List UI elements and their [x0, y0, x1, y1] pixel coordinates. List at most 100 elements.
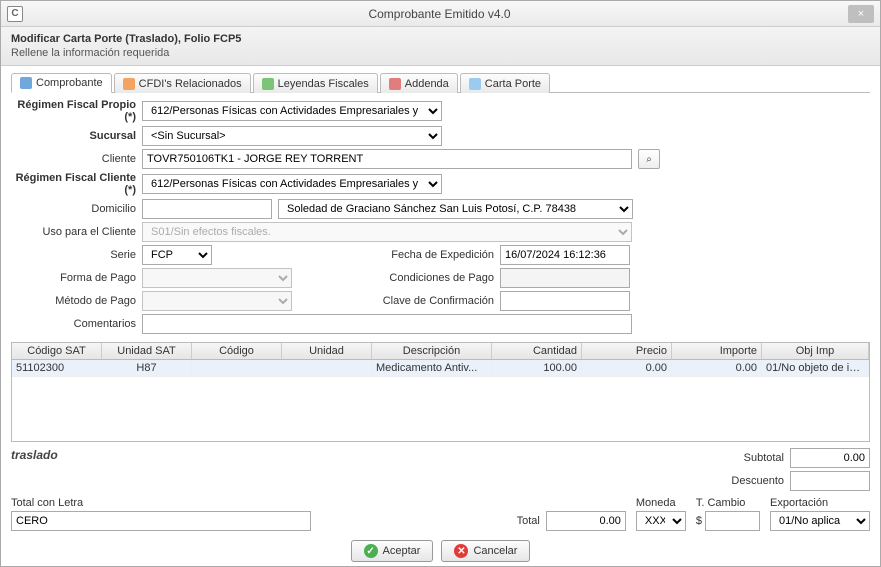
col-descripcion[interactable]: Descripción	[372, 343, 492, 359]
accept-label: Aceptar	[383, 545, 421, 557]
window: C Comprobante Emitido v4.0 × Modificar C…	[0, 0, 881, 567]
cell-descripcion: Medicamento Antiv...	[372, 360, 492, 376]
page-title: Modificar Carta Porte (Traslado), Folio …	[11, 33, 870, 45]
label-regimen-propio: Régimen Fiscal Propio (*)	[11, 99, 136, 123]
cancel-button[interactable]: ✕ Cancelar	[441, 540, 530, 562]
label-condiciones-pago: Condiciones de Pago	[374, 272, 494, 284]
select-regimen-propio[interactable]: 612/Personas Físicas con Actividades Emp…	[142, 101, 442, 121]
input-fecha-expedicion[interactable]	[500, 245, 630, 265]
tab-label: Carta Porte	[485, 78, 541, 90]
label-subtotal: Subtotal	[714, 452, 784, 464]
form-area: Régimen Fiscal Propio (*) 612/Personas F…	[11, 99, 870, 334]
input-subtotal[interactable]	[790, 448, 870, 468]
label-exportacion: Exportación	[770, 497, 870, 509]
tab-label: Leyendas Fiscales	[278, 78, 369, 90]
input-cliente[interactable]	[142, 149, 632, 169]
label-forma-pago: Forma de Pago	[11, 272, 136, 284]
input-total[interactable]	[546, 511, 626, 531]
label-clave-confirmacion: Clave de Confirmación	[374, 295, 494, 307]
col-codigo-sat[interactable]: Código SAT	[12, 343, 102, 359]
label-descuento: Descuento	[714, 475, 784, 487]
select-exportacion[interactable]: 01/No aplica	[770, 511, 870, 531]
cell-precio: 0.00	[582, 360, 672, 376]
label-cliente: Cliente	[11, 153, 136, 165]
body: Comprobante CFDI's Relacionados Leyendas…	[1, 66, 880, 566]
accept-button[interactable]: ✓ Aceptar	[351, 540, 434, 562]
input-domicilio-short[interactable]	[142, 199, 272, 219]
cell-obj-imp: 01/No objeto de im...	[762, 360, 869, 376]
col-codigo[interactable]: Código	[192, 343, 282, 359]
cell-unidad-sat: H87	[102, 360, 192, 376]
footer: ✓ Aceptar ✕ Cancelar	[11, 531, 870, 566]
tab-comprobante[interactable]: Comprobante	[11, 73, 112, 93]
note-icon	[262, 78, 274, 90]
label-serie: Serie	[11, 249, 136, 261]
input-tcambio[interactable]	[705, 511, 760, 531]
check-icon: ✓	[364, 544, 378, 558]
tab-label: Comprobante	[36, 77, 103, 89]
search-client-button[interactable]: ⌕	[638, 149, 660, 169]
traslado-label: traslado	[11, 448, 694, 462]
label-sucursal: Sucursal	[11, 130, 136, 142]
input-clave-confirmacion[interactable]	[500, 291, 630, 311]
cancel-label: Cancelar	[473, 545, 517, 557]
select-sucursal[interactable]: <Sin Sucursal>	[142, 126, 442, 146]
cell-cantidad: 100.00	[492, 360, 582, 376]
input-comentarios[interactable]	[142, 314, 632, 334]
col-precio[interactable]: Precio	[582, 343, 672, 359]
titlebar: C Comprobante Emitido v4.0 ×	[1, 1, 880, 27]
col-importe[interactable]: Importe	[672, 343, 762, 359]
select-regimen-cliente[interactable]: 612/Personas Físicas con Actividades Emp…	[142, 174, 442, 194]
input-total-letra[interactable]	[11, 511, 311, 531]
col-unidad[interactable]: Unidad	[282, 343, 372, 359]
label-total: Total	[470, 515, 540, 527]
currency-symbol: $	[696, 515, 702, 527]
cancel-icon: ✕	[454, 544, 468, 558]
cell-unidad	[282, 360, 372, 376]
tab-addenda[interactable]: Addenda	[380, 73, 458, 93]
label-uso-cliente: Uso para el Cliente	[11, 226, 136, 238]
label-tcambio: T. Cambio	[696, 497, 760, 509]
app-icon: C	[7, 6, 23, 22]
label-regimen-cliente: Régimen Fiscal Cliente (*)	[11, 172, 136, 196]
totals-area: traslado Subtotal Descuento	[11, 448, 870, 491]
label-fecha-expedicion: Fecha de Expedición	[374, 249, 494, 261]
select-uso-cliente: S01/Sin efectos fiscales.	[142, 222, 632, 242]
page-subtitle: Rellene la información requerida	[11, 47, 870, 59]
tab-leyendas-fiscales[interactable]: Leyendas Fiscales	[253, 73, 378, 93]
tab-cfdi-relacionados[interactable]: CFDI's Relacionados	[114, 73, 251, 93]
input-descuento[interactable]	[790, 471, 870, 491]
input-condiciones-pago	[500, 268, 630, 288]
addenda-icon	[389, 78, 401, 90]
grid-header: Código SAT Unidad SAT Código Unidad Desc…	[12, 343, 869, 360]
select-domicilio[interactable]: Soledad de Graciano Sánchez San Luis Pot…	[278, 199, 633, 219]
select-metodo-pago	[142, 291, 292, 311]
close-button[interactable]: ×	[848, 5, 874, 23]
items-grid: Código SAT Unidad SAT Código Unidad Desc…	[11, 342, 870, 442]
col-unidad-sat[interactable]: Unidad SAT	[102, 343, 192, 359]
tab-label: CFDI's Relacionados	[139, 78, 242, 90]
label-moneda: Moneda	[636, 497, 686, 509]
document-icon	[20, 77, 32, 89]
select-moneda[interactable]: XXX	[636, 511, 686, 531]
link-icon	[123, 78, 135, 90]
select-serie[interactable]: FCP	[142, 245, 212, 265]
label-metodo-pago: Método de Pago	[11, 295, 136, 307]
cell-importe: 0.00	[672, 360, 762, 376]
tabs: Comprobante CFDI's Relacionados Leyendas…	[11, 72, 870, 93]
window-title: Comprobante Emitido v4.0	[31, 7, 848, 21]
select-forma-pago	[142, 268, 292, 288]
label-total-letra: Total con Letra	[11, 497, 311, 509]
grid-body[interactable]: 51102300 H87 Medicamento Antiv... 100.00…	[12, 360, 869, 441]
cell-codigo	[192, 360, 282, 376]
tab-label: Addenda	[405, 78, 449, 90]
col-cantidad[interactable]: Cantidad	[492, 343, 582, 359]
tab-carta-porte[interactable]: Carta Porte	[460, 73, 550, 93]
bottom-row: Total con Letra Total Moneda XXX T. Camb…	[11, 497, 870, 531]
truck-icon	[469, 78, 481, 90]
cell-codigo-sat: 51102300	[12, 360, 102, 376]
col-obj-imp[interactable]: Obj Imp	[762, 343, 869, 359]
header-strip: Modificar Carta Porte (Traslado), Folio …	[1, 27, 880, 66]
search-icon: ⌕	[646, 154, 652, 165]
table-row[interactable]: 51102300 H87 Medicamento Antiv... 100.00…	[12, 360, 869, 377]
